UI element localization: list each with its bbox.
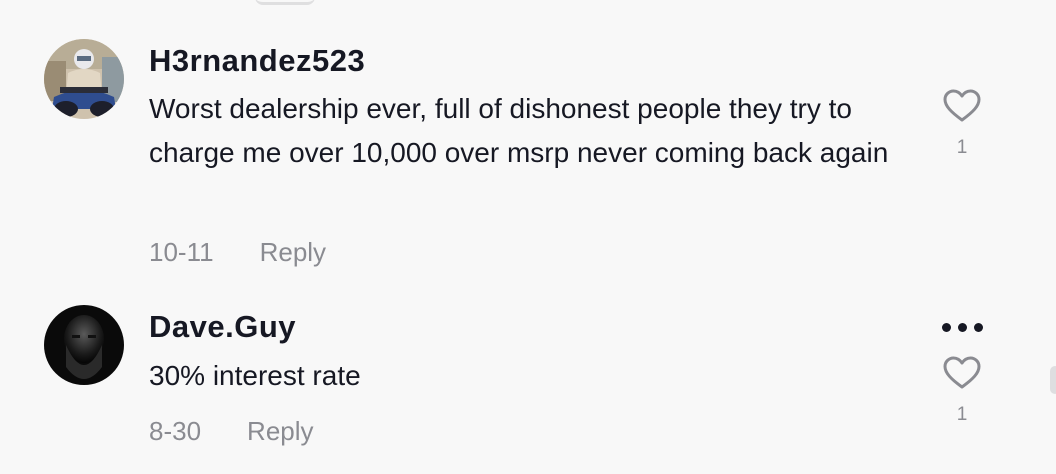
user-avatar[interactable] — [44, 305, 124, 385]
comment-username[interactable]: Dave.Guy — [149, 309, 296, 345]
comment-text: Worst dealership ever, full of dishonest… — [149, 93, 889, 168]
reply-button[interactable]: Reply — [247, 416, 313, 446]
avatar-photo-atv-rider-icon — [44, 39, 124, 119]
comment-item: Dave.Guy 30% interest rate 8-30 Reply 1 — [0, 290, 1056, 474]
user-avatar[interactable] — [44, 39, 124, 119]
avatar-photo-bearded-man-icon — [44, 305, 124, 385]
like-count: 1 — [956, 137, 968, 158]
like-control[interactable]: 1 — [942, 89, 982, 159]
comment-date: 10-11 — [149, 237, 214, 267]
reply-button[interactable]: Reply — [260, 237, 326, 267]
heart-icon[interactable] — [943, 356, 981, 390]
comment-date: 8-30 — [149, 416, 202, 446]
comment-text: 30% interest rate — [149, 360, 361, 391]
heart-icon[interactable] — [943, 89, 981, 123]
comment-meta: 8-30 Reply — [149, 416, 314, 446]
comments-panel: H3rnandez523 Worst dealership ever, full… — [0, 0, 1056, 474]
scroll-edge-handle[interactable] — [1050, 366, 1056, 394]
more-options-icon[interactable] — [940, 318, 986, 338]
like-control[interactable]: 1 — [942, 356, 982, 426]
comment-username[interactable]: H3rnandez523 — [149, 43, 365, 79]
comment-meta: 10-11 Reply — [149, 237, 326, 267]
comment-item: H3rnandez523 Worst dealership ever, full… — [0, 0, 1056, 290]
like-count: 1 — [956, 404, 968, 425]
